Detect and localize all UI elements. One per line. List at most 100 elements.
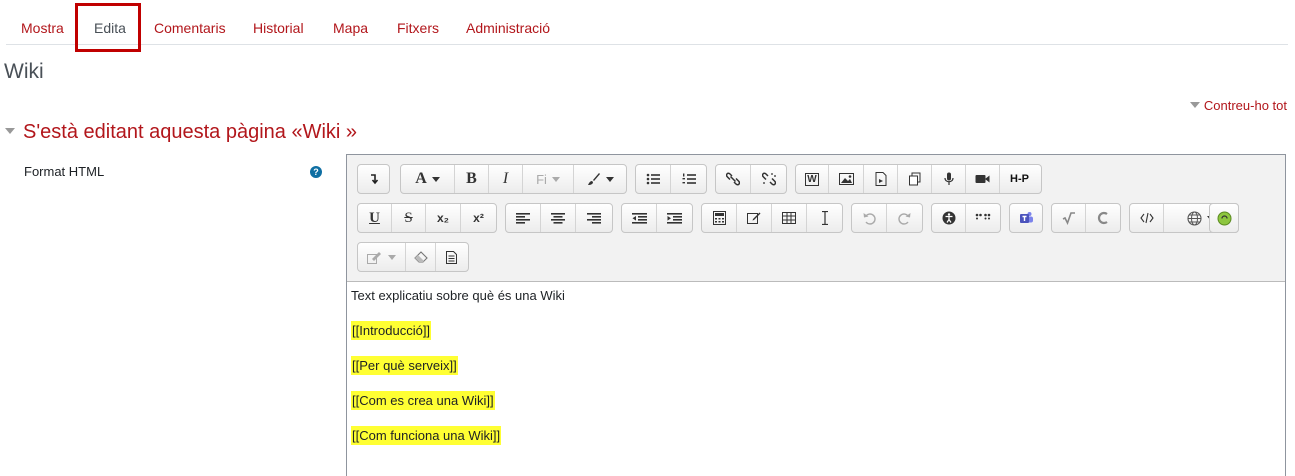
subscript-button[interactable]: x₂: [426, 204, 461, 232]
insert-h5p-button[interactable]: H-P: [1000, 165, 1039, 193]
generico-button[interactable]: [1210, 204, 1238, 232]
redo-icon: [898, 212, 911, 225]
collapse-all-label: Contreu-ho tot: [1203, 98, 1287, 113]
undo-button[interactable]: [852, 204, 887, 232]
toolbar-group-media: W H-P: [795, 164, 1042, 194]
highlight-color-button[interactable]: [358, 243, 406, 271]
chevron-down-icon: [431, 176, 440, 182]
bold-button[interactable]: B: [455, 165, 489, 193]
record-audio-button[interactable]: [932, 165, 966, 193]
table-icon: [782, 212, 796, 224]
record-video-button[interactable]: [966, 165, 1000, 193]
wiki-link-com-es-crea: [[Com es crea una Wiki]]: [351, 391, 495, 410]
video-camera-icon: [975, 175, 990, 183]
html-source-button[interactable]: [1130, 204, 1164, 232]
edit-icon: [747, 212, 761, 224]
chevron-down-icon: [551, 176, 560, 182]
braille-icon: [975, 213, 991, 220]
toolbar-group-math: [1051, 203, 1121, 233]
equation-button[interactable]: [702, 204, 737, 232]
image-icon: [838, 173, 854, 185]
tab-bar: Mostra Edita Comentaris Historial Mapa F…: [6, 0, 1288, 45]
outdent-button[interactable]: [622, 204, 657, 232]
screenreader-helper-button[interactable]: [966, 204, 1000, 232]
show-more-buttons-button[interactable]: [358, 165, 389, 193]
insert-table-button[interactable]: [772, 204, 807, 232]
toolbar-group-insert: [701, 203, 843, 233]
tab-history[interactable]: Historial: [253, 20, 304, 36]
paste-plain-text-button[interactable]: [436, 243, 467, 271]
indent-button[interactable]: [657, 204, 692, 232]
word-glyph: W: [805, 172, 819, 186]
insert-image-button[interactable]: [829, 165, 864, 193]
square-root-icon: [1062, 212, 1075, 225]
accessibility-icon: [942, 211, 955, 225]
toolbar-group-align: [505, 203, 613, 233]
clear-formatting-cursor-button[interactable]: [807, 204, 842, 232]
tab-map[interactable]: Mapa: [333, 20, 368, 36]
link-button[interactable]: [716, 165, 751, 193]
active-tab-highlight-box: [75, 3, 141, 52]
tab-administration[interactable]: Administració: [466, 20, 550, 36]
chevron-down-icon: [388, 254, 396, 260]
tab-comments[interactable]: Comentaris: [154, 20, 226, 36]
caret-down-icon: [1189, 102, 1200, 108]
calculator-icon: [712, 211, 726, 225]
paste-from-word-button[interactable]: W: [796, 165, 829, 193]
question-circle-icon[interactable]: ?: [310, 166, 322, 178]
strikethrough-button[interactable]: S: [392, 204, 426, 232]
special-chars-button[interactable]: [737, 204, 772, 232]
editor-paragraph: Text explicatiu sobre què és una Wiki: [351, 288, 1281, 304]
toolbar-group-lists: [635, 164, 707, 194]
section-title: S'està editant aquesta pàgina «Wiki »: [23, 121, 358, 143]
insert-media-button[interactable]: [864, 165, 898, 193]
section-header[interactable]: S'està editant aquesta pàgina «Wiki »: [5, 121, 357, 144]
chevron-down-icon: [605, 176, 614, 182]
toolbar-group-generico: [1209, 203, 1239, 233]
underline-button[interactable]: U: [358, 204, 392, 232]
generico-green-icon: [1217, 211, 1231, 225]
teams-meeting-button[interactable]: [1010, 204, 1042, 232]
toolbar-group-indent: [621, 203, 693, 233]
unlink-icon: [761, 172, 776, 186]
indent-icon: [667, 212, 682, 224]
editor-content-area[interactable]: Text explicatiu sobre què és una Wiki [[…: [347, 282, 1285, 476]
files-icon: [908, 172, 920, 186]
font-color-button[interactable]: [574, 165, 626, 193]
align-right-button[interactable]: [576, 204, 612, 232]
code-icon: [1139, 212, 1154, 224]
file-video-icon: [875, 172, 886, 186]
superscript-button[interactable]: x²: [461, 204, 496, 232]
toolbar-group-links: [715, 164, 787, 194]
toolbar-group-style: A B I Fi: [400, 164, 627, 194]
file-text-icon: [446, 250, 457, 264]
tab-files[interactable]: Fitxers: [397, 20, 439, 36]
italic-button[interactable]: I: [489, 165, 523, 193]
eraser-button[interactable]: [406, 243, 436, 271]
unordered-list-button[interactable]: [636, 165, 671, 193]
microphone-icon: [943, 172, 954, 185]
collapse-all-link[interactable]: Contreu-ho tot: [1189, 98, 1287, 113]
align-right-icon: [587, 212, 601, 224]
ordered-list-button[interactable]: [671, 165, 706, 193]
highlighter-icon: [367, 252, 381, 264]
tab-view[interactable]: Mostra: [21, 20, 64, 36]
teams-icon: [1020, 212, 1033, 223]
wiris-chem-button[interactable]: [1086, 204, 1120, 232]
align-center-button[interactable]: [541, 204, 576, 232]
accessibility-checker-button[interactable]: [932, 204, 966, 232]
toolbar-group-accessibility: [931, 203, 1001, 233]
align-left-icon: [516, 212, 530, 224]
intro-text: Text explicatiu sobre què és una Wiki: [351, 288, 565, 303]
align-left-button[interactable]: [506, 204, 541, 232]
editor-paragraph: [[Com funciona una Wiki]]: [351, 426, 1281, 445]
toolbar-group-extra: [357, 242, 469, 272]
redo-button[interactable]: [887, 204, 922, 232]
font-family-button[interactable]: Fi: [523, 165, 574, 193]
manage-files-button[interactable]: [898, 165, 932, 193]
editor-toolbar: A B I Fi W H-P U S x₂ x²: [347, 155, 1285, 282]
unlink-button[interactable]: [751, 165, 786, 193]
font-style-glyph: A: [415, 170, 427, 187]
font-style-button[interactable]: A: [401, 165, 455, 193]
wiris-math-button[interactable]: [1052, 204, 1086, 232]
